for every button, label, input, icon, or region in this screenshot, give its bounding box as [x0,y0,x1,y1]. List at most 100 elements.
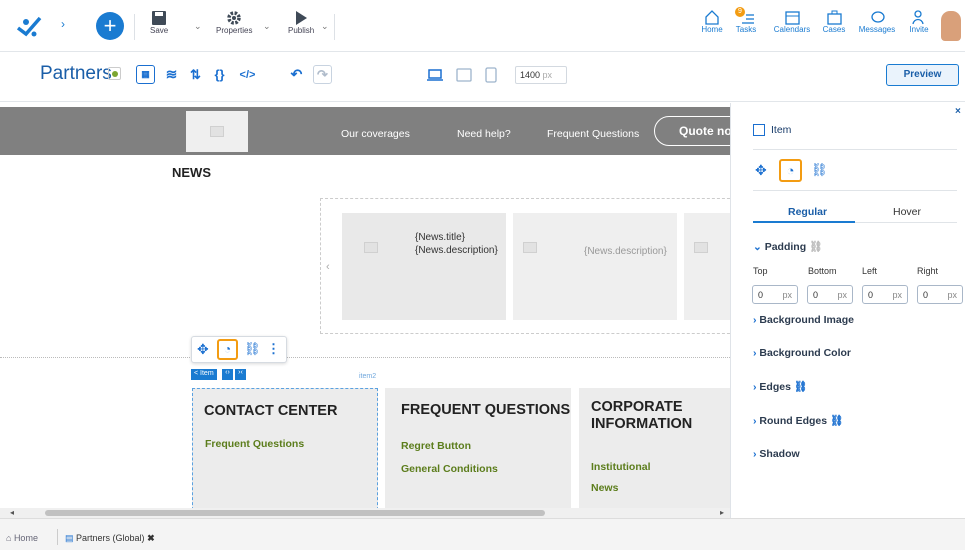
app-logo-icon[interactable] [14,14,44,40]
calendar-icon [784,11,800,25]
tablet-view-icon[interactable] [454,65,473,84]
nav-calendars[interactable]: Calendars [772,10,812,34]
scrollbar-thumb[interactable] [45,510,545,516]
mobile-view-icon[interactable] [481,65,500,84]
tab-partners-global[interactable]: ▤ Partners (Global) ✖ [65,533,155,544]
save-icon [152,11,167,25]
avatar[interactable] [941,11,961,41]
properties-panel: × Item ✥ ◔ ⛓ Regular Hover ⌄ Padding ⛓ T… [730,103,965,528]
publish-button[interactable]: Publish [288,10,314,35]
save-dropdown-icon[interactable]: ⌄ [194,21,202,32]
home-icon [705,10,719,25]
bottom-tabbar: ⌂ Home ▤ Partners (Global) ✖ [0,518,965,550]
news-card[interactable]: {News.description} [513,213,677,320]
padding-top-input[interactable]: 0 px [752,285,798,304]
carousel-prev-icon[interactable]: ‹ [326,261,330,273]
braces-icon[interactable]: {} [210,65,229,84]
save-button[interactable]: Save [150,10,168,35]
scroll-right-icon[interactable]: ▸ [720,508,724,517]
column-link[interactable]: Regret Button [401,440,471,452]
edges-section[interactable]: › Edges ⛓ [753,380,807,393]
briefcase-icon [826,10,842,25]
publish-dropdown-icon[interactable]: ⌄ [321,21,329,32]
gear-icon [227,11,241,25]
image-placeholder-icon [694,242,708,253]
item-checkbox-icon [753,124,765,136]
column-link[interactable]: General Conditions [401,463,498,475]
menu-frequent-questions[interactable]: Frequent Questions [547,128,639,140]
preview-button[interactable]: Preview [886,64,959,86]
item-tag[interactable]: < Item [191,369,217,380]
column-link[interactable]: News [591,482,618,494]
close-icon[interactable]: × [955,106,961,117]
background-color-section[interactable]: › Background Color [753,347,851,359]
column-link[interactable]: Frequent Questions [205,438,304,450]
expand-chevron-icon[interactable]: › [61,17,65,31]
image-placeholder-icon [210,126,224,137]
news-description-placeholder: {News.description} [584,246,667,257]
tab-hover[interactable]: Hover [893,206,921,218]
scroll-left-icon[interactable]: ◂ [10,508,14,517]
round-edges-section[interactable]: › Round Edges ⛓ [753,414,843,427]
add-button[interactable]: + [96,12,124,40]
expand-icon[interactable]: ‹› [222,369,233,380]
padding-right-input[interactable]: 0 px [917,285,963,304]
column-link[interactable]: Institutional [591,461,651,473]
padding-bottom-input[interactable]: 0 px [807,285,853,304]
page-icon: ▤ [65,533,74,543]
shadow-section[interactable]: › Shadow [753,448,800,460]
link-icon[interactable]: ⛓ [811,162,828,178]
padding-left-label: Left [862,266,878,276]
nav-messages[interactable]: Messages [857,10,897,34]
code-icon[interactable]: </> [238,65,257,84]
news-card[interactable]: {News.title} {News.description} [342,213,506,320]
menu-need-help[interactable]: Need help? [457,128,511,140]
nav-cases[interactable]: Cases [814,10,854,34]
footer-column[interactable]: CONTACT CENTER Frequent Questions [192,388,378,518]
padding-left-input[interactable]: 0 px [862,285,908,304]
image-placeholder-icon [364,242,378,253]
footer-column[interactable]: FREQUENT QUESTIONS Regret Button General… [385,388,571,518]
more-icon[interactable]: ⋮ [267,341,280,357]
collapse-icon[interactable]: ›‹ [235,369,246,380]
news-heading: NEWS [172,165,211,180]
background-image-section[interactable]: › Background Image [753,314,854,326]
redo-icon[interactable]: ↷ [313,65,332,84]
close-tab-icon[interactable]: ✖ [147,533,155,543]
palette-icon[interactable]: ◔ [779,159,802,182]
properties-dropdown-icon[interactable]: ⌄ [263,21,271,32]
quote-now-button[interactable]: Quote no [654,116,730,146]
width-input[interactable]: 1400 px [515,66,567,84]
status-indicator [108,67,121,80]
padding-section[interactable]: ⌄ Padding ⛓ [753,240,822,253]
row-divider [0,357,730,358]
item2-label: item2 [359,373,377,380]
design-canvas[interactable]: Our coverages Need help? Frequent Questi… [0,103,730,518]
nav-tasks[interactable]: Tasks 9 [726,7,766,34]
move-icon[interactable]: ✥ [755,162,767,179]
flow-icon[interactable]: ⇅ [186,65,205,84]
padding-top-label: Top [753,266,768,276]
nav-invite[interactable]: Invite [899,10,939,34]
undo-icon[interactable]: ↶ [287,65,306,84]
palette-icon[interactable]: ◔ [217,339,238,360]
footer-column[interactable]: CORPORATE INFORMATION Institutional News [579,388,730,518]
layers-icon[interactable]: ≋ [162,65,181,84]
image-placeholder-icon [523,242,537,253]
link-icon[interactable]: ⛓ [244,341,261,357]
site-logo-placeholder [186,111,248,152]
padding-bottom-label: Bottom [808,266,837,276]
move-icon[interactable]: ✥ [197,341,209,358]
invite-icon [911,10,924,25]
news-card[interactable] [684,213,730,320]
tab-home[interactable]: ⌂ Home [6,533,38,543]
play-icon [296,11,308,25]
column-title: FREQUENT QUESTIONS [401,402,571,418]
properties-button[interactable]: Properties [216,10,252,35]
grid-icon[interactable]: ▦ [136,65,155,84]
desktop-view-icon[interactable] [425,65,444,84]
tab-regular[interactable]: Regular [788,206,827,218]
menu-our-coverages[interactable]: Our coverages [341,128,410,140]
padding-right-label: Right [917,266,939,276]
horizontal-scrollbar[interactable]: ◂ ▸ [0,508,730,518]
